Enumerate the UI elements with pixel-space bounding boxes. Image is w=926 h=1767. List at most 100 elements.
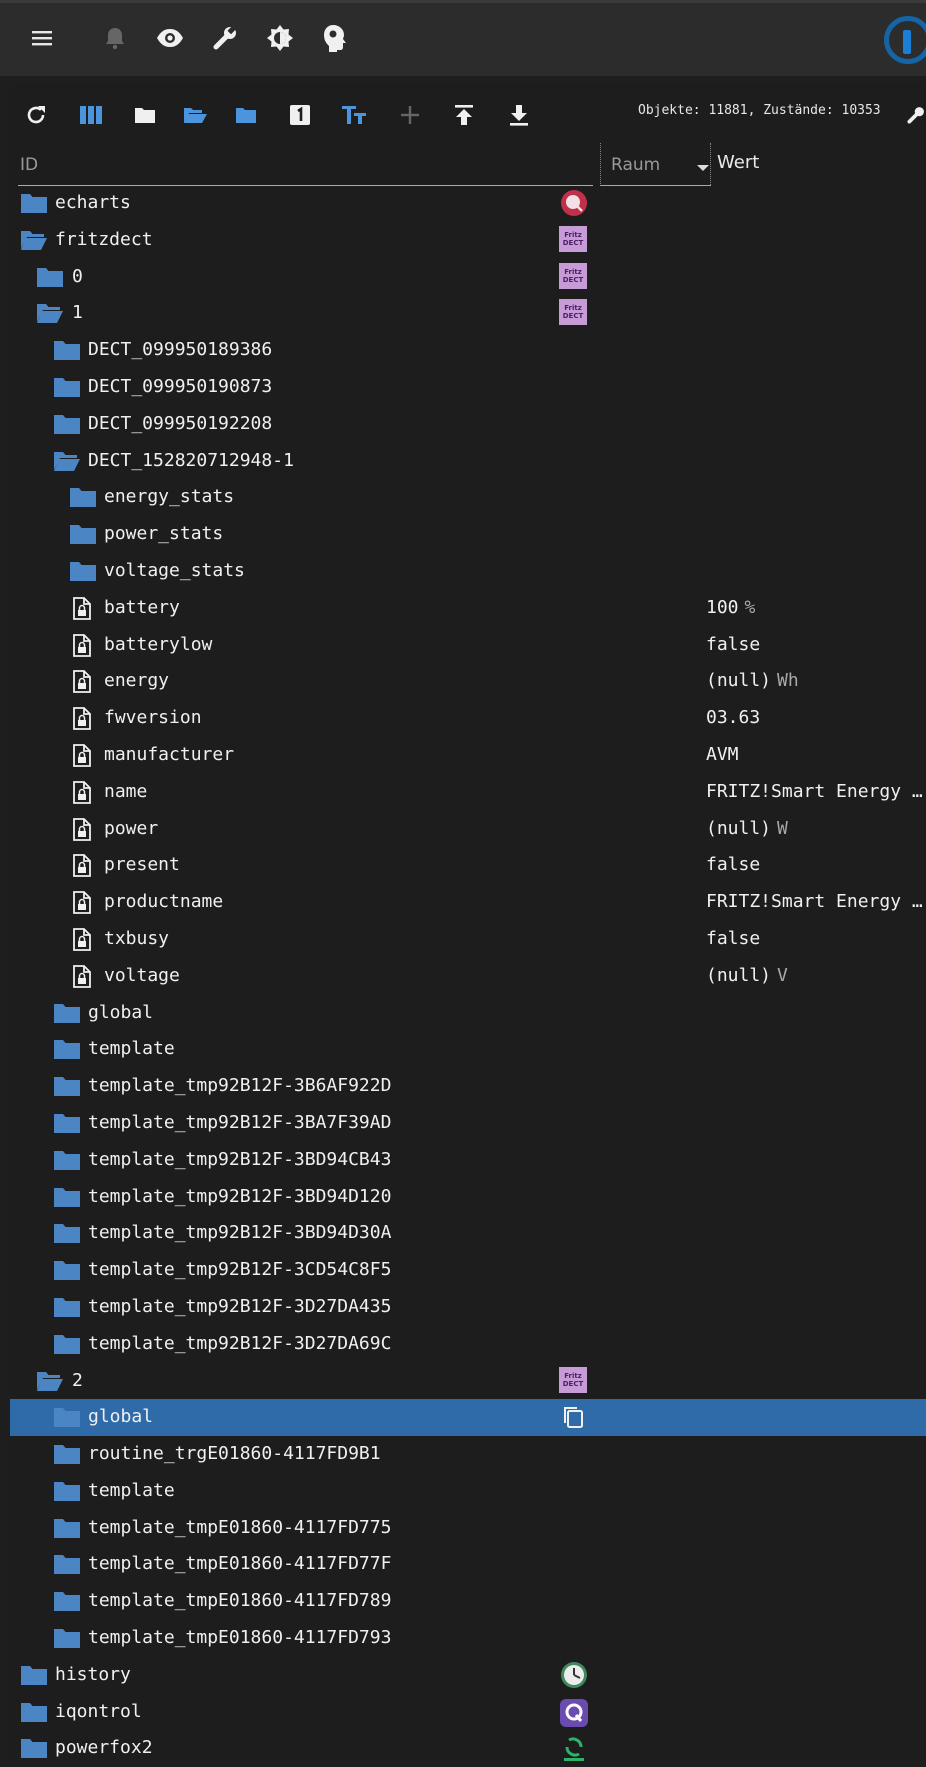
- tree-folder-row[interactable]: powerfox2: [10, 1730, 926, 1767]
- tree-folder-row[interactable]: template_tmp92B12F-3BD94CB43: [10, 1142, 926, 1179]
- tree-state-row[interactable]: battery 100%: [10, 590, 926, 627]
- tree-folder-row[interactable]: 0 Fritz DECT: [10, 259, 926, 296]
- tree-folder-row[interactable]: voltage_stats: [10, 553, 926, 590]
- state-file-icon[interactable]: [69, 633, 97, 657]
- folder-icon[interactable]: [20, 1737, 48, 1759]
- folder-icon[interactable]: [53, 1553, 81, 1575]
- folder-icon[interactable]: [20, 192, 48, 214]
- tree-folder-row[interactable]: DECT_099950189386: [10, 332, 926, 369]
- folder-icon[interactable]: [69, 523, 97, 545]
- state-file-icon[interactable]: [69, 854, 97, 878]
- folder-icon[interactable]: [53, 1627, 81, 1649]
- columns-icon[interactable]: [77, 101, 105, 129]
- tree-folder-row[interactable]: template_tmpE01860-4117FD793: [10, 1620, 926, 1657]
- folder-icon[interactable]: [53, 1186, 81, 1208]
- id-filter-input[interactable]: ID: [18, 143, 593, 186]
- tree-folder-row[interactable]: power_stats: [10, 516, 926, 553]
- tree-state-row[interactable]: productname FRITZ!Smart Energy …: [10, 884, 926, 921]
- folder-icon[interactable]: [53, 339, 81, 361]
- state-file-icon[interactable]: [69, 596, 97, 620]
- bell-icon[interactable]: [100, 23, 130, 53]
- folder-icon[interactable]: [53, 1590, 81, 1612]
- folder-open-icon[interactable]: [20, 229, 48, 251]
- folder-icon[interactable]: [53, 1406, 81, 1428]
- folder-icon[interactable]: [69, 560, 97, 582]
- folder-icon[interactable]: [131, 101, 159, 129]
- state-file-icon[interactable]: [69, 780, 97, 804]
- tree-state-row[interactable]: manufacturer AVM: [10, 737, 926, 774]
- folder-icon[interactable]: [53, 1038, 81, 1060]
- state-file-icon[interactable]: [69, 744, 97, 767]
- tree-folder-row[interactable]: iqontrol: [10, 1694, 926, 1731]
- folder-blue-icon[interactable]: [232, 101, 260, 129]
- add-icon[interactable]: [396, 101, 424, 129]
- tree-folder-row[interactable]: 1 Fritz DECT: [10, 295, 926, 332]
- tree-folder-row[interactable]: template_tmpE01860-4117FD77F: [10, 1546, 926, 1583]
- state-file-icon[interactable]: [69, 670, 97, 694]
- folder-icon[interactable]: [20, 1701, 48, 1723]
- tree-state-row[interactable]: txbusy false: [10, 921, 926, 958]
- folder-icon[interactable]: [36, 266, 64, 288]
- tree-folder-row[interactable]: template_tmp92B12F-3BD94D30A: [10, 1215, 926, 1252]
- folder-icon[interactable]: [53, 1002, 81, 1024]
- brightness-icon[interactable]: [265, 23, 295, 53]
- tree-folder-row[interactable]: energy_stats: [10, 479, 926, 516]
- refresh-icon[interactable]: [22, 101, 50, 129]
- tree-state-row[interactable]: fwversion 03.63: [10, 700, 926, 737]
- text-size-icon[interactable]: [340, 101, 368, 129]
- folder-icon[interactable]: [53, 376, 81, 398]
- wrench-icon[interactable]: [210, 23, 240, 53]
- tree-state-row[interactable]: name FRITZ!Smart Energy …: [10, 774, 926, 811]
- room-filter-select[interactable]: Raum: [600, 143, 711, 186]
- folder-open-icon[interactable]: [36, 302, 64, 324]
- iobroker-logo[interactable]: [884, 16, 926, 64]
- copy-icon[interactable]: [562, 1405, 584, 1433]
- tree-folder-row[interactable]: template_tmp92B12F-3BA7F39AD: [10, 1105, 926, 1142]
- expert-mode-icon[interactable]: [320, 23, 350, 53]
- folder-icon[interactable]: [53, 1296, 81, 1318]
- tree-folder-row[interactable]: template_tmp92B12F-3D27DA435: [10, 1289, 926, 1326]
- folder-open-icon[interactable]: [181, 101, 209, 129]
- tree-folder-row[interactable]: routine_trgE01860-4117FD9B1: [10, 1436, 926, 1473]
- tree-folder-row[interactable]: template_tmp92B12F-3D27DA69C: [10, 1326, 926, 1363]
- state-file-icon[interactable]: [69, 891, 97, 915]
- tree-folder-row[interactable]: template_tmpE01860-4117FD789: [10, 1583, 926, 1620]
- state-file-icon[interactable]: [69, 928, 97, 951]
- tree-folder-row[interactable]: template: [10, 1031, 926, 1068]
- tree-folder-row[interactable]: history: [10, 1657, 926, 1694]
- tree-folder-row[interactable]: fritzdect Fritz DECT: [10, 222, 926, 259]
- tree-state-row[interactable]: present false: [10, 847, 926, 884]
- tree-folder-row[interactable]: DECT_099950190873: [10, 369, 926, 406]
- folder-open-icon[interactable]: [36, 1370, 64, 1392]
- tree-folder-row[interactable]: global: [10, 995, 926, 1032]
- tree-state-row[interactable]: energy (null) Wh: [10, 663, 926, 700]
- folder-icon[interactable]: [20, 1664, 48, 1686]
- folder-icon[interactable]: [53, 1480, 81, 1502]
- tree-folder-row[interactable]: echarts: [10, 185, 926, 222]
- state-file-icon[interactable]: [69, 707, 97, 731]
- folder-icon[interactable]: [53, 1517, 81, 1539]
- state-file-icon[interactable]: [69, 817, 97, 841]
- tree-folder-row[interactable]: template_tmp92B12F-3CD54C8F5: [10, 1252, 926, 1289]
- folder-icon[interactable]: [53, 1443, 81, 1465]
- tree-folder-row[interactable]: 2 Fritz DECT: [10, 1363, 926, 1400]
- tree-state-row[interactable]: voltage (null) V: [10, 958, 926, 995]
- tree-folder-row[interactable]: DECT_099950192208: [10, 406, 926, 443]
- folder-icon[interactable]: [53, 1259, 81, 1281]
- tree-folder-row[interactable]: template_tmpE01860-4117FD775: [10, 1510, 926, 1547]
- menu-icon[interactable]: [27, 23, 57, 53]
- state-file-icon[interactable]: [69, 964, 97, 988]
- folder-icon[interactable]: [53, 1112, 81, 1134]
- tree-folder-row[interactable]: template_tmp92B12F-3BD94D120: [10, 1179, 926, 1216]
- folder-icon[interactable]: [53, 1333, 81, 1355]
- folder-icon[interactable]: [53, 1222, 81, 1244]
- tree-state-row[interactable]: power (null) W: [10, 811, 926, 848]
- folder-icon[interactable]: [53, 413, 81, 435]
- download-icon[interactable]: [505, 101, 533, 129]
- tree-folder-row[interactable]: DECT_152820712948-1: [10, 443, 926, 480]
- number-one-icon[interactable]: [286, 101, 314, 129]
- tree-folder-row[interactable]: global: [10, 1399, 926, 1437]
- folder-icon[interactable]: [53, 1149, 81, 1171]
- folder-icon[interactable]: [69, 486, 97, 508]
- tree-state-row[interactable]: batterylow false: [10, 627, 926, 664]
